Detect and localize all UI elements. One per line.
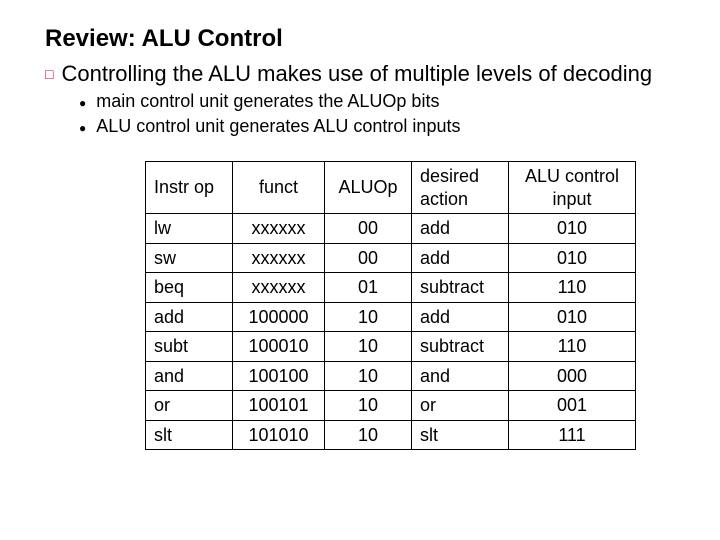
dot-bullet-icon: ● [79,97,86,109]
cell-instr: subt [146,332,233,362]
cell-aluop: 10 [325,391,412,421]
cell-funct: 101010 [233,420,325,450]
col-header-ctrl: ALU control input [509,162,636,214]
cell-instr: beq [146,273,233,303]
table-row: swxxxxxx00add010 [146,243,636,273]
cell-ctrl: 010 [509,214,636,244]
sub-bullet: ● main control unit generates the ALUOp … [79,91,690,112]
cell-action: slt [412,420,509,450]
alu-control-table-wrap: Instr op funct ALUOp desired action ALU … [145,161,690,450]
cell-action: add [412,302,509,332]
cell-instr: sw [146,243,233,273]
table-row: or10010110or001 [146,391,636,421]
main-bullet-text: Controlling the ALU makes use of multipl… [61,61,652,87]
table-row: and10010010and000 [146,361,636,391]
cell-ctrl: 110 [509,273,636,303]
cell-funct: 100101 [233,391,325,421]
slide-title: Review: ALU Control [45,25,690,53]
cell-funct: 100000 [233,302,325,332]
col-header-instr: Instr op [146,162,233,214]
cell-action: and [412,361,509,391]
col-header-funct: funct [233,162,325,214]
table-row: subt10001010subtract110 [146,332,636,362]
cell-ctrl: 111 [509,420,636,450]
sub-bullet-text: main control unit generates the ALUOp bi… [96,91,439,112]
table-row: lwxxxxxx00add010 [146,214,636,244]
cell-action: subtract [412,273,509,303]
col-header-aluop: ALUOp [325,162,412,214]
cell-funct: xxxxxx [233,214,325,244]
cell-aluop: 10 [325,420,412,450]
cell-instr: or [146,391,233,421]
square-bullet-icon: □ [45,67,53,81]
table-header-row: Instr op funct ALUOp desired action ALU … [146,162,636,214]
cell-aluop: 01 [325,273,412,303]
cell-action: add [412,214,509,244]
cell-action: subtract [412,332,509,362]
cell-aluop: 10 [325,302,412,332]
cell-aluop: 00 [325,243,412,273]
cell-instr: lw [146,214,233,244]
cell-ctrl: 110 [509,332,636,362]
cell-ctrl: 000 [509,361,636,391]
alu-control-table: Instr op funct ALUOp desired action ALU … [145,161,636,450]
cell-instr: and [146,361,233,391]
cell-ctrl: 010 [509,302,636,332]
cell-action: or [412,391,509,421]
cell-funct: xxxxxx [233,243,325,273]
cell-funct: 100100 [233,361,325,391]
cell-funct: 100010 [233,332,325,362]
cell-instr: add [146,302,233,332]
table-row: slt10101010slt111 [146,420,636,450]
main-bullet: □ Controlling the ALU makes use of multi… [45,61,690,87]
cell-instr: slt [146,420,233,450]
dot-bullet-icon: ● [79,122,86,134]
cell-aluop: 10 [325,361,412,391]
cell-aluop: 10 [325,332,412,362]
cell-ctrl: 001 [509,391,636,421]
sub-bullet: ● ALU control unit generates ALU control… [79,116,690,137]
cell-action: add [412,243,509,273]
table-row: beqxxxxxx01subtract110 [146,273,636,303]
cell-ctrl: 010 [509,243,636,273]
table-row: add10000010add010 [146,302,636,332]
cell-aluop: 00 [325,214,412,244]
cell-funct: xxxxxx [233,273,325,303]
col-header-action: desired action [412,162,509,214]
sub-bullet-text: ALU control unit generates ALU control i… [96,116,460,137]
